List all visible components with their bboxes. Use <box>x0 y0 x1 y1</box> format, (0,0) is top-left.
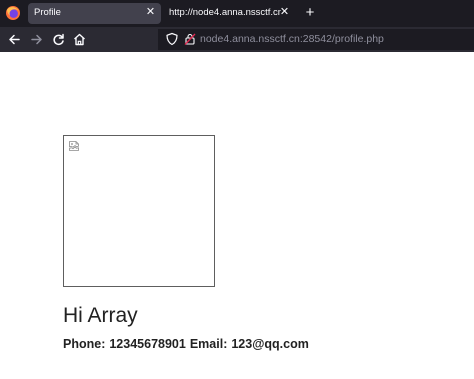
broken-image-icon <box>69 141 79 151</box>
close-icon[interactable]: ✕ <box>145 6 156 19</box>
tab-bar: Profile ✕ http://node4.anna.nssctf.cn:28… <box>0 0 474 27</box>
plus-icon: + <box>305 4 315 21</box>
reload-icon[interactable] <box>50 31 67 48</box>
tab-profile[interactable]: Profile ✕ <box>28 3 161 24</box>
address-bar[interactable]: node4.anna.nssctf.cn:28542/profile.php <box>158 29 474 50</box>
forward-arrow-icon[interactable] <box>28 31 45 48</box>
close-icon[interactable]: ✕ <box>279 6 290 19</box>
url-text: node4.anna.nssctf.cn:28542/profile.php <box>200 33 384 45</box>
contact-info: Phone: 12345678901 Email: 123@qq.com <box>63 337 313 351</box>
url-host: node4.anna.nssctf.cn <box>200 33 300 45</box>
email-label: Email: <box>189 337 228 351</box>
phone-label: Phone: <box>63 337 106 351</box>
email-value: 123@qq.com <box>231 337 309 351</box>
new-tab-button[interactable]: + <box>302 5 318 21</box>
home-icon[interactable] <box>71 31 88 48</box>
back-arrow-icon[interactable] <box>6 31 23 48</box>
phone-value: 12345678901 <box>109 337 186 351</box>
navigation-toolbar: node4.anna.nssctf.cn:28542/profile.php <box>0 27 474 52</box>
tab-profile-url[interactable]: http://node4.anna.nssctf.cn:28542/profil… <box>163 3 295 24</box>
page-content: Hi Array Phone: 12345678901 Email: 123@qq.c… <box>0 52 474 379</box>
url-path: :28542/profile.php <box>299 33 384 45</box>
shield-icon[interactable] <box>165 32 179 46</box>
profile-greeting: Hi Array <box>63 304 138 327</box>
tab-label: Profile <box>34 7 61 18</box>
browser-chrome: Profile ✕ http://node4.anna.nssctf.cn:28… <box>0 0 474 52</box>
tab-label: http://node4.anna.nssctf.cn:28542/profil… <box>169 7 281 18</box>
avatar <box>63 135 215 287</box>
lock-icon[interactable] <box>183 32 197 46</box>
firefox-logo-icon[interactable] <box>5 5 21 21</box>
